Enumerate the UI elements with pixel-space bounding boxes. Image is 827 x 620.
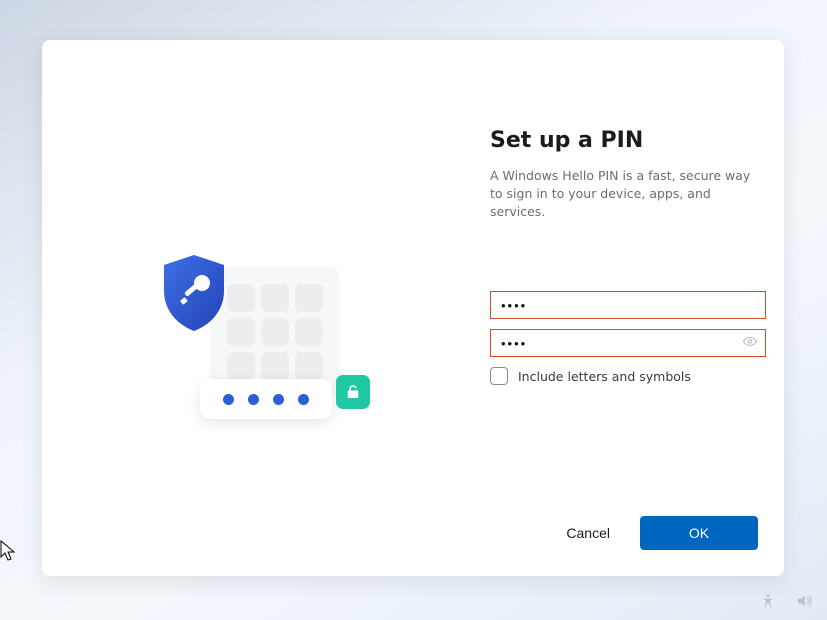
- unlock-badge-icon: [336, 375, 370, 409]
- pin-dots-icon: [200, 379, 332, 419]
- ok-button[interactable]: OK: [640, 516, 758, 550]
- page-title: Set up a PIN: [490, 128, 766, 153]
- include-symbols-checkbox[interactable]: [490, 367, 508, 385]
- system-tray: [759, 592, 813, 610]
- dialog-footer: Cancel OK: [556, 516, 758, 550]
- cursor-icon: [0, 540, 18, 562]
- confirm-pin-input[interactable]: [490, 329, 766, 357]
- accessibility-icon[interactable]: [759, 592, 777, 610]
- pin-input[interactable]: [490, 291, 766, 319]
- cancel-button[interactable]: Cancel: [556, 517, 620, 549]
- pin-illustration: [150, 247, 372, 445]
- shield-key-icon: [158, 253, 230, 333]
- volume-icon[interactable]: [795, 592, 813, 610]
- reveal-password-icon[interactable]: [742, 334, 758, 350]
- page-subtitle: A Windows Hello PIN is a fast, secure wa…: [490, 167, 766, 221]
- form-area: Set up a PIN A Windows Hello PIN is a fa…: [490, 128, 766, 385]
- include-symbols-label: Include letters and symbols: [518, 369, 691, 384]
- dialog-card: Set up a PIN A Windows Hello PIN is a fa…: [42, 40, 784, 576]
